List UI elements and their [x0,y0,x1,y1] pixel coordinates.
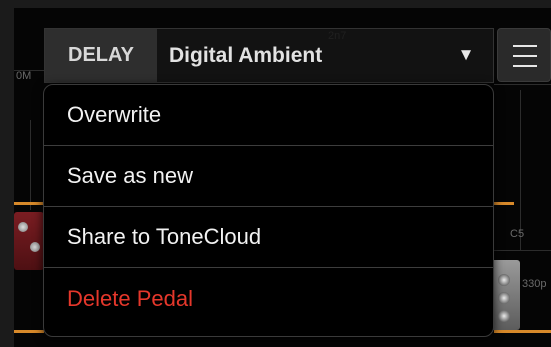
circuit-trace [520,90,521,250]
hamburger-menu-icon [513,55,537,57]
menu-button[interactable] [497,28,551,82]
overwrite-menu-item[interactable]: Overwrite [44,85,493,146]
share-to-tonecloud-menu-item[interactable]: Share to ToneCloud [44,207,493,268]
circuit-trace [30,120,31,210]
preset-header[interactable]: DELAY Digital Ambient ▼ [44,28,494,83]
top-strip [0,0,551,8]
hamburger-menu-icon [513,45,537,47]
app-stage: 2n7 0M C5 330p DELAY Digital Ambient ▼ O… [0,0,551,347]
circuit-trace [494,84,551,85]
pedal-thumbnail [14,212,44,270]
signal-wire [494,202,514,205]
left-strip [0,0,14,347]
component-label: C5 [510,228,525,240]
signal-wire [494,330,551,333]
component-label: 330p [522,278,547,290]
knob-icon [498,274,510,286]
knob-icon [498,292,510,304]
pedal-category: DELAY [45,29,157,82]
signal-wire [14,330,44,333]
preset-name[interactable]: Digital Ambient [169,29,322,82]
triangle-down-icon[interactable]: ▼ [455,44,477,66]
circuit-trace [494,250,551,251]
save-as-new-menu-item[interactable]: Save as new [44,146,493,207]
hamburger-menu-icon [513,65,537,67]
signal-wire [14,202,44,205]
knob-icon [18,222,28,232]
knob-icon [30,242,40,252]
preset-action-menu: Overwrite Save as new Share to ToneCloud… [43,84,494,337]
component-label: 0M [16,70,32,82]
delete-pedal-menu-item[interactable]: Delete Pedal [44,268,493,329]
pedal-thumbnail [490,260,520,330]
knob-icon [498,310,510,322]
